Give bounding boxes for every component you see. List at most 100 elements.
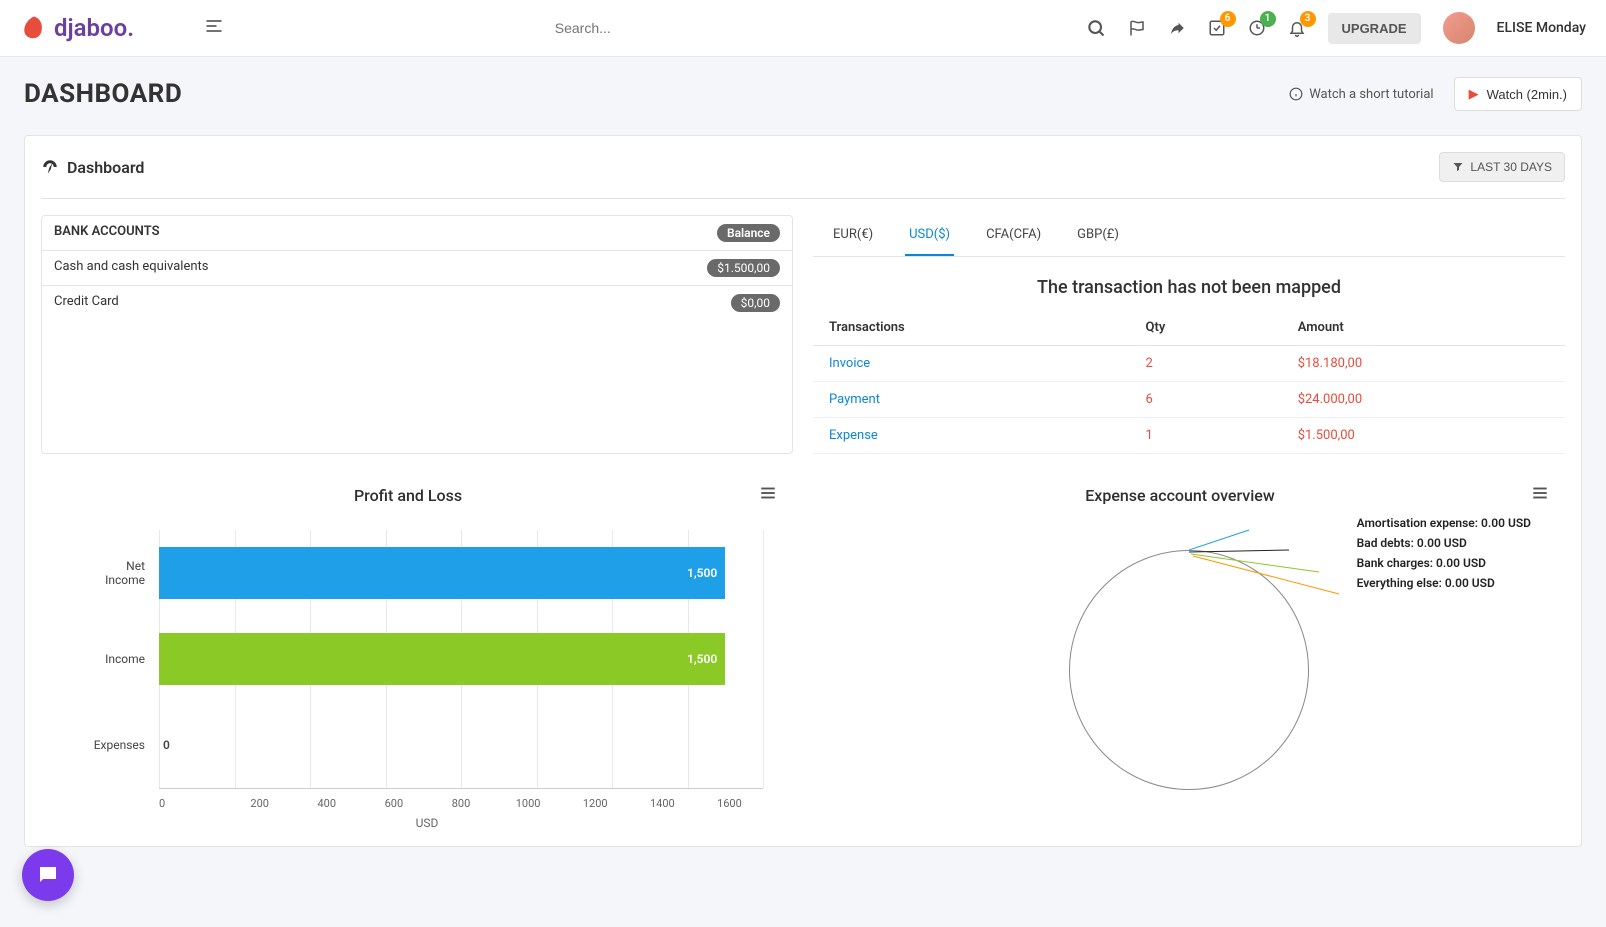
play-icon: ▶	[1469, 86, 1479, 102]
date-filter-button[interactable]: LAST 30 DAYS	[1439, 152, 1565, 182]
account-balance: $0,00	[731, 294, 780, 312]
chat-icon	[36, 863, 60, 887]
username: ELISE Monday	[1497, 20, 1586, 36]
accounts-row: Credit Card $0,00	[42, 285, 792, 320]
page-header-right: Watch a short tutorial ▶ Watch (2min.)	[1289, 77, 1582, 111]
badge-check: 6	[1220, 11, 1236, 27]
avatar[interactable]	[1443, 12, 1475, 44]
search-input[interactable]	[555, 20, 755, 36]
transaction-name[interactable]: Payment	[813, 382, 1130, 418]
accounts-header-left: BANK ACCOUNTS	[54, 224, 160, 242]
search-icon[interactable]	[1086, 18, 1106, 38]
dashboard-icon	[41, 158, 59, 176]
col-qty: Qty	[1130, 310, 1282, 346]
chart-title-expense: Expense account overview	[829, 486, 1531, 505]
bar-value: 1,500	[159, 633, 725, 685]
transaction-qty: 1	[1130, 418, 1282, 454]
filter-label: LAST 30 DAYS	[1470, 160, 1552, 174]
pie-label: Bad debts: 0.00 USD	[1357, 536, 1531, 550]
x-tick: 0	[159, 797, 226, 810]
tutorial-link[interactable]: Watch a short tutorial	[1289, 87, 1433, 102]
currency-tabs: EUR(€) USD($) CFA(CFA) GBP(£)	[813, 215, 1565, 257]
x-tick: 600	[360, 797, 427, 810]
pie-label: Bank charges: 0.00 USD	[1357, 556, 1531, 570]
x-tick: 1400	[629, 797, 696, 810]
accounts-row: Cash and cash equivalents $1.500,00	[42, 251, 792, 285]
bar-track: 0	[159, 719, 763, 771]
currency-tab-eur[interactable]: EUR(€)	[829, 215, 877, 256]
transaction-qty: 6	[1130, 382, 1282, 418]
x-tick: 400	[293, 797, 360, 810]
logo[interactable]: djaboo.	[20, 14, 134, 42]
pie-label: Everything else: 0.00 USD	[1357, 576, 1531, 590]
transaction-row: Payment6$24.000,00	[813, 382, 1565, 418]
app-header: djaboo. 6 1 3 UPGRADE ELISE Monday	[0, 0, 1606, 57]
badge-bell: 3	[1300, 11, 1316, 27]
watch-button[interactable]: ▶ Watch (2min.)	[1454, 77, 1582, 111]
badge-target: 1	[1260, 11, 1276, 27]
bar-track: 1,500	[159, 547, 763, 599]
transactions-table: Transactions Qty Amount Invoice2$18.180,…	[813, 310, 1565, 454]
charts-grid: Profit and Loss Net Income1,500Income1,5…	[41, 478, 1565, 830]
transaction-amount: $18.180,00	[1282, 346, 1565, 382]
col-amount: Amount	[1282, 310, 1565, 346]
transaction-row: Expense1$1.500,00	[813, 418, 1565, 454]
page-title: DASHBOARD	[24, 79, 182, 109]
bank-accounts-table: BANK ACCOUNTS Balance Cash and cash equi…	[41, 215, 793, 454]
bar-value: 0	[159, 719, 763, 771]
transaction-amount: $1.500,00	[1282, 418, 1565, 454]
chart-menu-icon[interactable]	[1531, 484, 1549, 506]
expense-overview-chart: Expense account overview A	[813, 478, 1565, 830]
logo-icon	[20, 14, 48, 42]
currency-tab-usd[interactable]: USD($)	[905, 215, 954, 256]
x-tick: 800	[427, 797, 494, 810]
tutorial-text: Watch a short tutorial	[1309, 87, 1433, 102]
currency-tab-cfacfa[interactable]: CFA(CFA)	[982, 215, 1045, 256]
x-axis-label: USD	[91, 816, 763, 830]
x-tick: 1200	[562, 797, 629, 810]
check-box-icon[interactable]: 6	[1208, 19, 1226, 37]
bar-value: 1,500	[159, 547, 725, 599]
pie-circle	[1069, 550, 1309, 790]
target-icon[interactable]: 1	[1248, 19, 1266, 37]
bar-category-label: Expenses	[91, 738, 159, 752]
transaction-name[interactable]: Expense	[813, 418, 1130, 454]
x-tick: 200	[226, 797, 293, 810]
account-balance: $1.500,00	[707, 259, 780, 277]
main-content: Dashboard LAST 30 DAYS BANK ACCOUNTS Bal…	[0, 121, 1606, 871]
info-icon	[1289, 87, 1303, 101]
filter-icon	[1452, 161, 1464, 173]
chat-fab[interactable]	[22, 849, 74, 901]
flag-icon[interactable]	[1128, 19, 1146, 37]
transaction-qty: 2	[1130, 346, 1282, 382]
chart-menu-icon[interactable]	[759, 484, 777, 506]
accounts-header-balance: Balance	[717, 224, 780, 242]
not-mapped-title: The transaction has not been mapped	[813, 257, 1565, 310]
dashboard-card: Dashboard LAST 30 DAYS BANK ACCOUNTS Bal…	[24, 135, 1582, 847]
logo-text: djaboo.	[54, 14, 134, 42]
x-tick: 1000	[495, 797, 562, 810]
pie-chart-area: Amortisation expense: 0.00 USD Bad debts:…	[813, 510, 1565, 810]
share-icon[interactable]	[1168, 19, 1186, 37]
account-name: Credit Card	[54, 294, 119, 312]
account-name: Cash and cash equivalents	[54, 259, 208, 277]
page-header: DASHBOARD Watch a short tutorial ▶ Watch…	[0, 57, 1606, 121]
currency-tab-gbp[interactable]: GBP(£)	[1073, 215, 1123, 256]
bar-chart-area: Net Income1,500Income1,500Expenses0 0200…	[41, 510, 793, 830]
dashboard-card-title: Dashboard	[41, 158, 144, 177]
transactions-panel: EUR(€) USD($) CFA(CFA) GBP(£) The transacti…	[813, 215, 1565, 454]
bar-category-label: Net Income	[91, 559, 159, 587]
dashboard-card-header: Dashboard LAST 30 DAYS	[41, 152, 1565, 199]
dashboard-title-text: Dashboard	[67, 158, 144, 177]
transaction-name[interactable]: Invoice	[813, 346, 1130, 382]
pie-label: Amortisation expense: 0.00 USD	[1357, 516, 1531, 530]
bell-icon[interactable]: 3	[1288, 19, 1306, 37]
profit-loss-chart: Profit and Loss Net Income1,500Income1,5…	[41, 478, 793, 830]
bar-category-label: Income	[91, 652, 159, 666]
watch-label: Watch (2min.)	[1487, 87, 1567, 102]
col-transactions: Transactions	[813, 310, 1130, 346]
header-right: 6 1 3 UPGRADE ELISE Monday	[1086, 12, 1586, 44]
upgrade-button[interactable]: UPGRADE	[1328, 13, 1421, 44]
transaction-amount: $24.000,00	[1282, 382, 1565, 418]
menu-toggle-icon[interactable]	[204, 16, 224, 40]
